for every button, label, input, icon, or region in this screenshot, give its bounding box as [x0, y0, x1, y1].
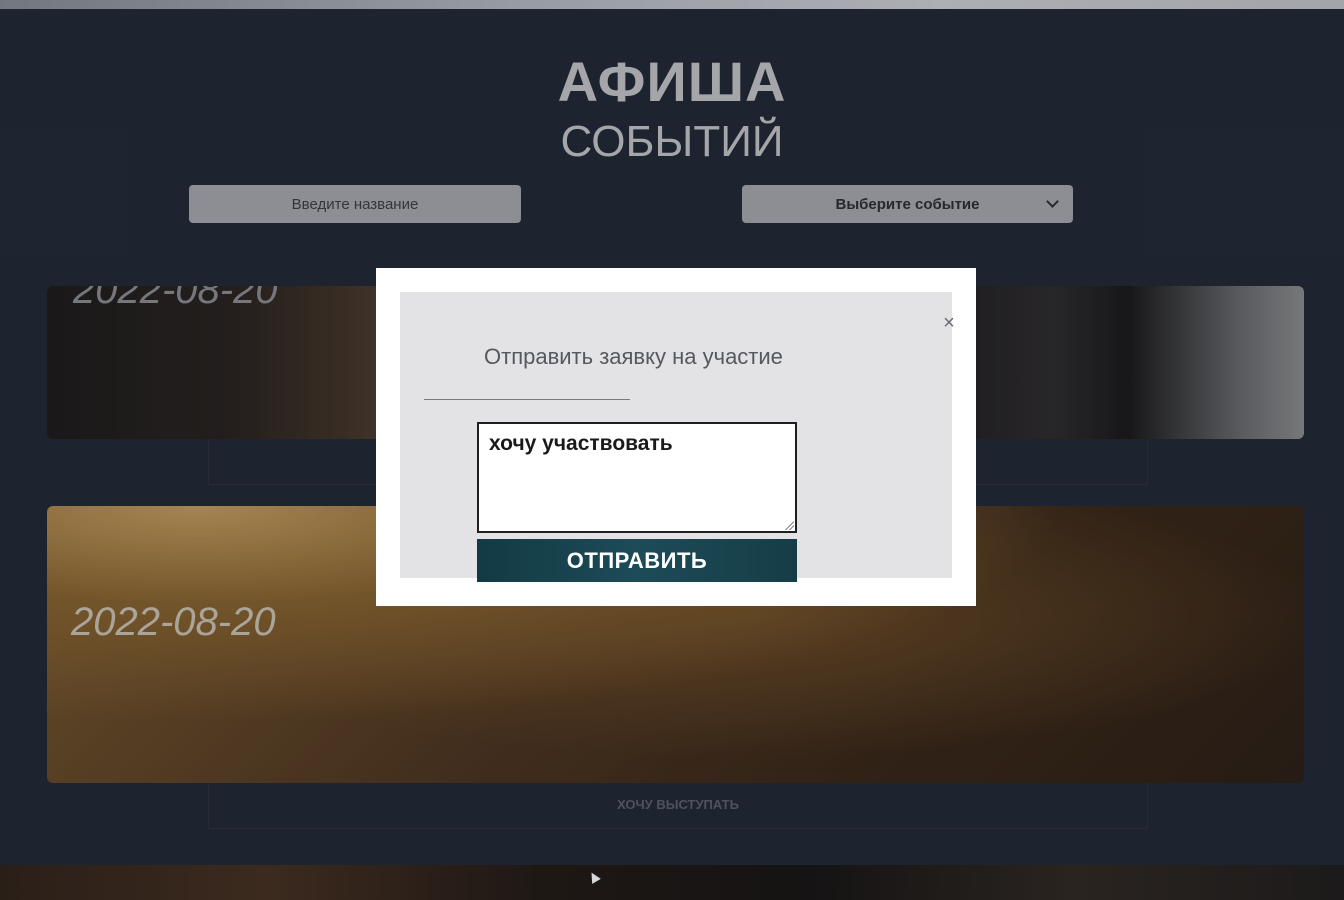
- submit-button[interactable]: ОТПРАВИТЬ: [477, 539, 797, 582]
- close-icon[interactable]: ×: [939, 313, 959, 333]
- modal-content: × Отправить заявку на участие хочу участ…: [400, 292, 955, 582]
- divider: [424, 399, 630, 400]
- application-modal: × Отправить заявку на участие хочу участ…: [376, 268, 976, 606]
- message-textarea[interactable]: хочу участвовать: [477, 422, 797, 533]
- resize-handle-icon[interactable]: [784, 520, 794, 530]
- modal-title: Отправить заявку на участие: [484, 344, 783, 369]
- desktop-background: [0, 865, 1344, 900]
